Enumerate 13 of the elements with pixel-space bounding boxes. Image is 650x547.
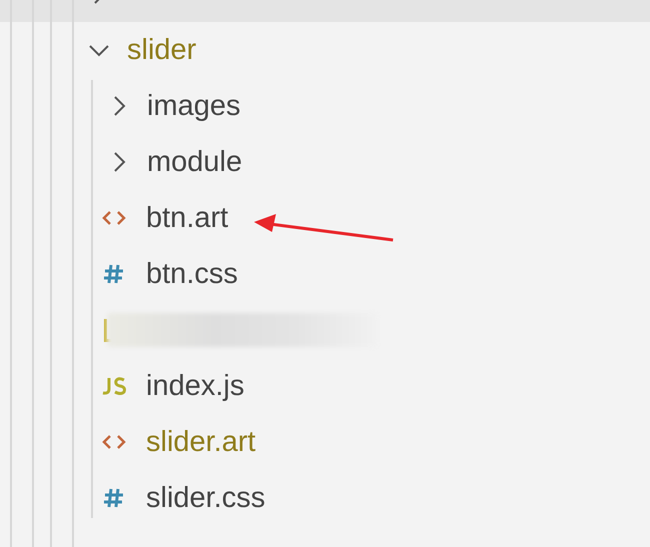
folder-name[interactable]: module <box>147 146 242 178</box>
code-brackets-icon <box>102 210 126 226</box>
file-name[interactable]: btn.art <box>146 202 228 234</box>
hash-icon <box>103 263 125 285</box>
file-name[interactable]: index.js <box>146 370 244 402</box>
js-file-icon <box>100 376 128 396</box>
folder-name[interactable]: images <box>147 90 240 122</box>
folder-name[interactable]: slider <box>127 34 196 66</box>
hash-icon <box>103 487 125 509</box>
file-name[interactable]: slider.css <box>146 482 266 514</box>
file-name[interactable]: slider.art <box>146 426 256 458</box>
file-name[interactable]: btn.css <box>146 258 238 290</box>
code-brackets-icon <box>102 434 126 450</box>
